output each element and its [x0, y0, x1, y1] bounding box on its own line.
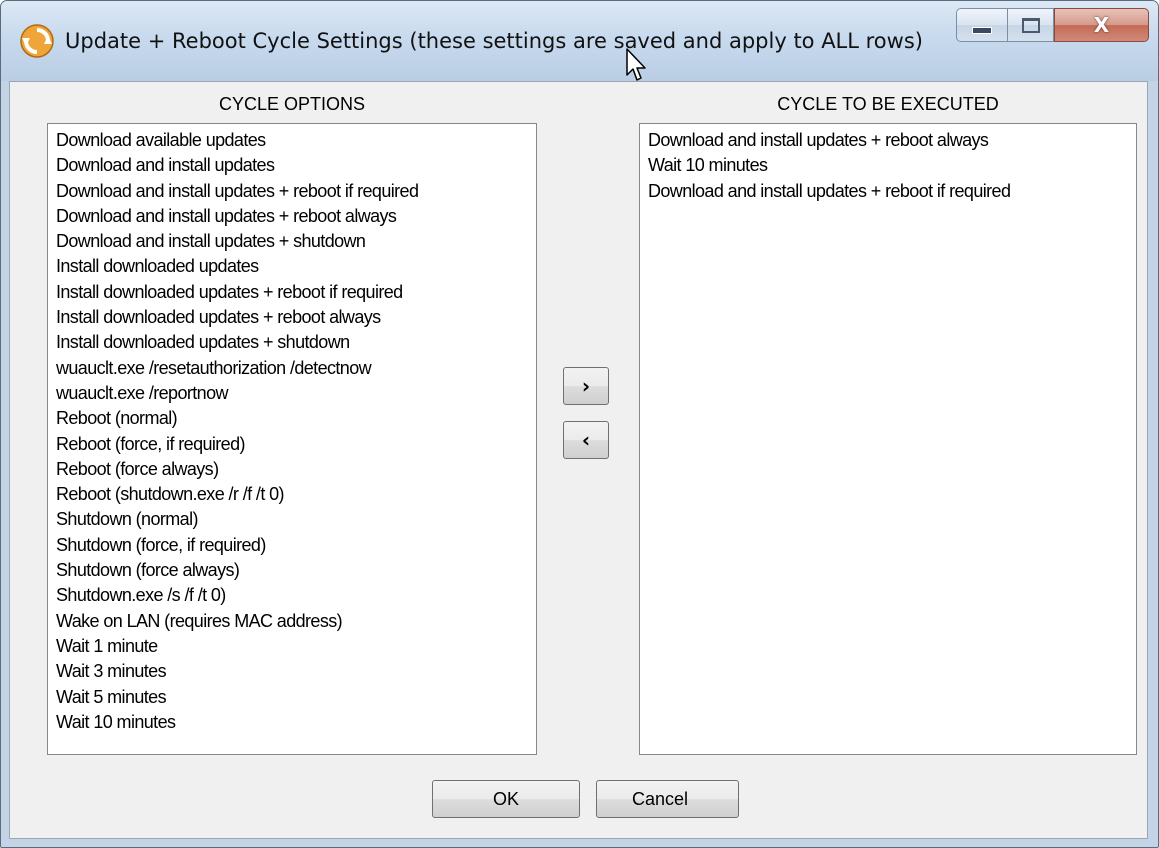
list-item[interactable]: Wake on LAN (requires MAC address): [56, 609, 536, 634]
dialog-client-area: CYCLE OPTIONS CYCLE TO BE EXECUTED Downl…: [9, 81, 1148, 839]
list-item[interactable]: Shutdown.exe /s /f /t 0): [56, 583, 536, 608]
maximize-button[interactable]: [1008, 8, 1054, 42]
list-item[interactable]: Download available updates: [56, 128, 536, 153]
list-item[interactable]: Reboot (normal): [56, 406, 536, 431]
chevron-right-icon: ›: [581, 374, 591, 398]
maximize-icon: [1021, 17, 1040, 33]
cancel-button[interactable]: Cancel: [596, 780, 739, 818]
settings-window: Update + Reboot Cycle Settings (these se…: [0, 0, 1159, 848]
remove-from-cycle-button[interactable]: ‹: [563, 421, 609, 459]
refresh-cycle-icon: [20, 24, 54, 58]
list-item[interactable]: Download and install updates: [56, 153, 536, 178]
list-item[interactable]: Shutdown (force, if required): [56, 533, 536, 558]
list-item[interactable]: Download and install updates + shutdown: [56, 229, 536, 254]
list-item[interactable]: Wait 3 minutes: [56, 659, 536, 684]
list-item[interactable]: Wait 1 minute: [56, 634, 536, 659]
list-item[interactable]: Install downloaded updates + reboot alwa…: [56, 305, 536, 330]
add-to-cycle-button[interactable]: ›: [563, 367, 609, 405]
list-item[interactable]: Reboot (force, if required): [56, 432, 536, 457]
minimize-icon: [972, 26, 992, 34]
list-item[interactable]: Install downloaded updates: [56, 254, 536, 279]
list-item[interactable]: wuauclt.exe /resetauthorization /detectn…: [56, 356, 536, 381]
list-item[interactable]: Wait 10 minutes: [648, 153, 1136, 178]
window-title: Update + Reboot Cycle Settings (these se…: [65, 29, 923, 53]
cycle-options-label: CYCLE OPTIONS: [218, 94, 366, 114]
list-item[interactable]: Wait 5 minutes: [56, 685, 536, 710]
list-item[interactable]: Reboot (force always): [56, 457, 536, 482]
list-item[interactable]: Install downloaded updates + shutdown: [56, 330, 536, 355]
cycle-options-list[interactable]: Download available updates Download and …: [47, 123, 537, 755]
list-item[interactable]: Install downloaded updates + reboot if r…: [56, 280, 536, 305]
list-item[interactable]: Reboot (shutdown.exe /r /f /t 0): [56, 482, 536, 507]
title-bar[interactable]: Update + Reboot Cycle Settings (these se…: [1, 1, 1158, 81]
minimize-button[interactable]: [956, 8, 1008, 42]
cycle-executed-list[interactable]: Download and install updates + reboot al…: [639, 123, 1137, 755]
cycle-executed-label: CYCLE TO BE EXECUTED: [777, 94, 999, 114]
list-item[interactable]: Download and install updates + reboot if…: [648, 179, 1136, 204]
list-item[interactable]: wuauclt.exe /reportnow: [56, 381, 536, 406]
list-item[interactable]: Download and install updates + reboot if…: [56, 179, 536, 204]
ok-button[interactable]: OK: [432, 780, 580, 818]
chevron-left-icon: ‹: [581, 428, 591, 452]
list-item[interactable]: Download and install updates + reboot al…: [56, 204, 536, 229]
list-item[interactable]: Wait 10 minutes: [56, 710, 536, 735]
close-icon: X: [1093, 13, 1110, 37]
close-button[interactable]: X: [1054, 8, 1149, 42]
list-item[interactable]: Download and install updates + reboot al…: [648, 128, 1136, 153]
mouse-pointer-icon: [626, 48, 646, 81]
list-item[interactable]: Shutdown (normal): [56, 507, 536, 532]
list-item[interactable]: Shutdown (force always): [56, 558, 536, 583]
